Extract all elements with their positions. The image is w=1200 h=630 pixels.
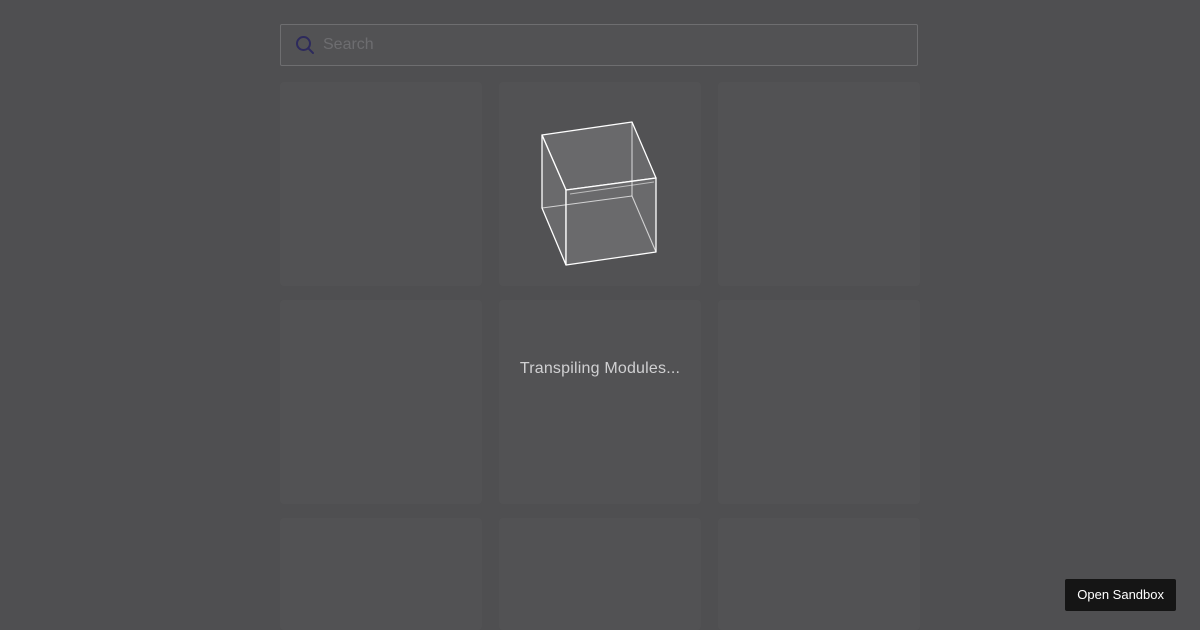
skeleton-tile — [499, 300, 701, 504]
skeleton-tile — [280, 300, 482, 504]
loading-screen: Transpiling Modules... Open Sandbox — [0, 0, 1200, 630]
skeleton-tile — [718, 518, 920, 630]
open-sandbox-button[interactable]: Open Sandbox — [1065, 579, 1176, 611]
skeleton-tile — [280, 82, 482, 286]
cube-loader-icon — [541, 121, 657, 266]
search-icon — [295, 35, 315, 55]
loading-status-text: Transpiling Modules... — [519, 360, 681, 377]
skeleton-tile — [718, 82, 920, 286]
search-bar[interactable] — [280, 24, 918, 66]
skeleton-tile — [499, 518, 701, 630]
search-input[interactable] — [323, 25, 917, 65]
skeleton-tile — [280, 518, 482, 630]
skeleton-tile — [718, 300, 920, 504]
